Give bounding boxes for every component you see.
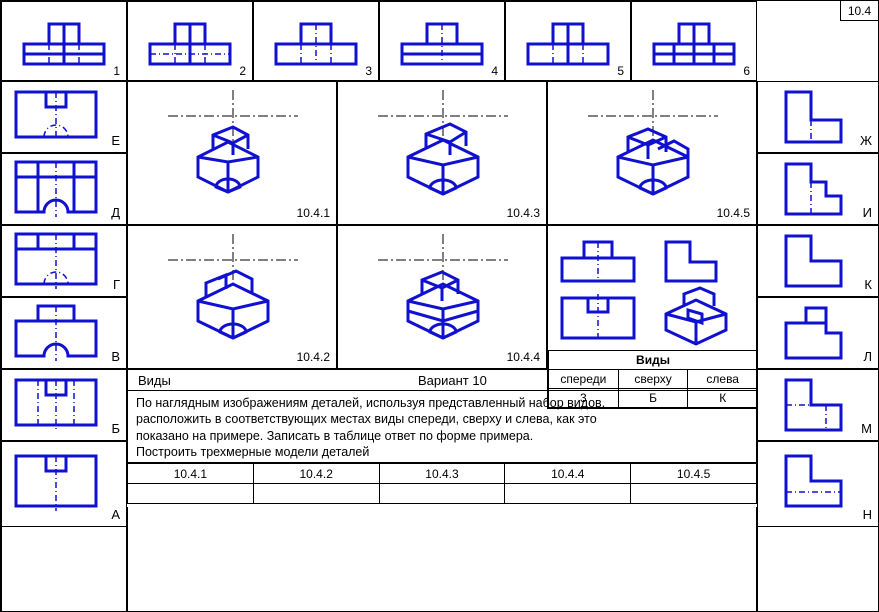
ans-h-3: 10.4.3 xyxy=(379,464,505,484)
right-label-l: Л xyxy=(863,349,872,364)
ans-h-5: 10.4.5 xyxy=(631,464,757,484)
top-view-3: 3 xyxy=(253,1,379,81)
top-label-1: 1 xyxy=(113,64,120,78)
filler-br xyxy=(757,527,879,612)
top-label-4: 4 xyxy=(491,64,498,78)
left-view-b: Б xyxy=(1,369,127,441)
ans-c-5[interactable] xyxy=(631,484,757,504)
left-label-a: А xyxy=(111,507,120,522)
left-view-a: А xyxy=(1,441,127,527)
top-label-2: 2 xyxy=(239,64,246,78)
right-label-zh: Ж xyxy=(860,133,872,148)
instr-line-2: расположить в соответствующих местах вид… xyxy=(136,411,750,427)
left-label-v: В xyxy=(111,349,120,364)
right-view-m: М xyxy=(757,369,879,441)
views-title: Виды xyxy=(138,373,171,388)
iso-cell-3: 10.4.3 xyxy=(337,81,547,225)
left-label-g: Г xyxy=(113,277,120,292)
left-view-v: В xyxy=(1,297,127,369)
iso-label-4: 10.4.4 xyxy=(507,350,540,364)
top-view-5: 5 xyxy=(505,1,631,81)
right-view-l: Л xyxy=(757,297,879,369)
example-table-title: Виды xyxy=(549,351,758,370)
filler-bm xyxy=(127,507,757,612)
right-view-zh: Ж xyxy=(757,81,879,153)
right-view-i: И xyxy=(757,153,879,225)
right-label-k: К xyxy=(864,277,872,292)
ans-h-2: 10.4.2 xyxy=(253,464,379,484)
ans-c-3[interactable] xyxy=(379,484,505,504)
top-view-6: 6 xyxy=(631,1,757,81)
top-label-3: 3 xyxy=(365,64,372,78)
answer-table: 10.4.1 10.4.2 10.4.3 10.4.4 10.4.5 xyxy=(127,463,757,504)
right-label-i: И xyxy=(863,205,872,220)
ans-c-1[interactable] xyxy=(128,484,254,504)
iso-label-5: 10.4.5 xyxy=(717,206,750,220)
iso-label-3: 10.4.3 xyxy=(507,206,540,220)
top-label-6: 6 xyxy=(743,64,750,78)
left-label-d: Д xyxy=(111,205,120,220)
iso-cell-2: 10.4.2 xyxy=(127,225,337,369)
top-label-5: 5 xyxy=(617,64,624,78)
instr-line-4: Построить трехмерные модели деталей xyxy=(136,444,750,460)
filler-bl xyxy=(1,527,127,612)
instr-line-1: По наглядным изображениям деталей, испол… xyxy=(136,395,750,411)
ans-c-2[interactable] xyxy=(253,484,379,504)
page-id: 10.4 xyxy=(840,1,878,21)
iso-cell-4: 10.4.4 xyxy=(337,225,547,369)
left-label-e: Е xyxy=(111,133,120,148)
instr-line-3: показано на примере. Записать в таблице … xyxy=(136,428,750,444)
ans-h-1: 10.4.1 xyxy=(128,464,254,484)
right-view-n: Н xyxy=(757,441,879,527)
right-label-m: М xyxy=(861,421,872,436)
top-view-2: 2 xyxy=(127,1,253,81)
iso-label-1: 10.4.1 xyxy=(297,206,330,220)
drawing-sheet: 10.4 1 2 3 4 xyxy=(0,0,879,612)
left-label-b: Б xyxy=(111,421,120,436)
top-view-1: 1 xyxy=(1,1,127,81)
iso-label-2: 10.4.2 xyxy=(297,350,330,364)
right-view-k: К xyxy=(757,225,879,297)
title-row: Виды Вариант 10 xyxy=(127,369,757,391)
left-view-g: Г xyxy=(1,225,127,297)
top-view-4: 4 xyxy=(379,1,505,81)
iso-cell-1: 10.4.1 xyxy=(127,81,337,225)
ans-c-4[interactable] xyxy=(505,484,631,504)
variant-title: Вариант 10 xyxy=(418,373,487,388)
ans-h-4: 10.4.4 xyxy=(505,464,631,484)
left-view-e: Е xyxy=(1,81,127,153)
iso-cell-5: 10.4.5 xyxy=(547,81,757,225)
left-view-d: Д xyxy=(1,153,127,225)
right-label-n: Н xyxy=(863,507,872,522)
instructions-box: По наглядным изображениям деталей, испол… xyxy=(127,391,757,463)
